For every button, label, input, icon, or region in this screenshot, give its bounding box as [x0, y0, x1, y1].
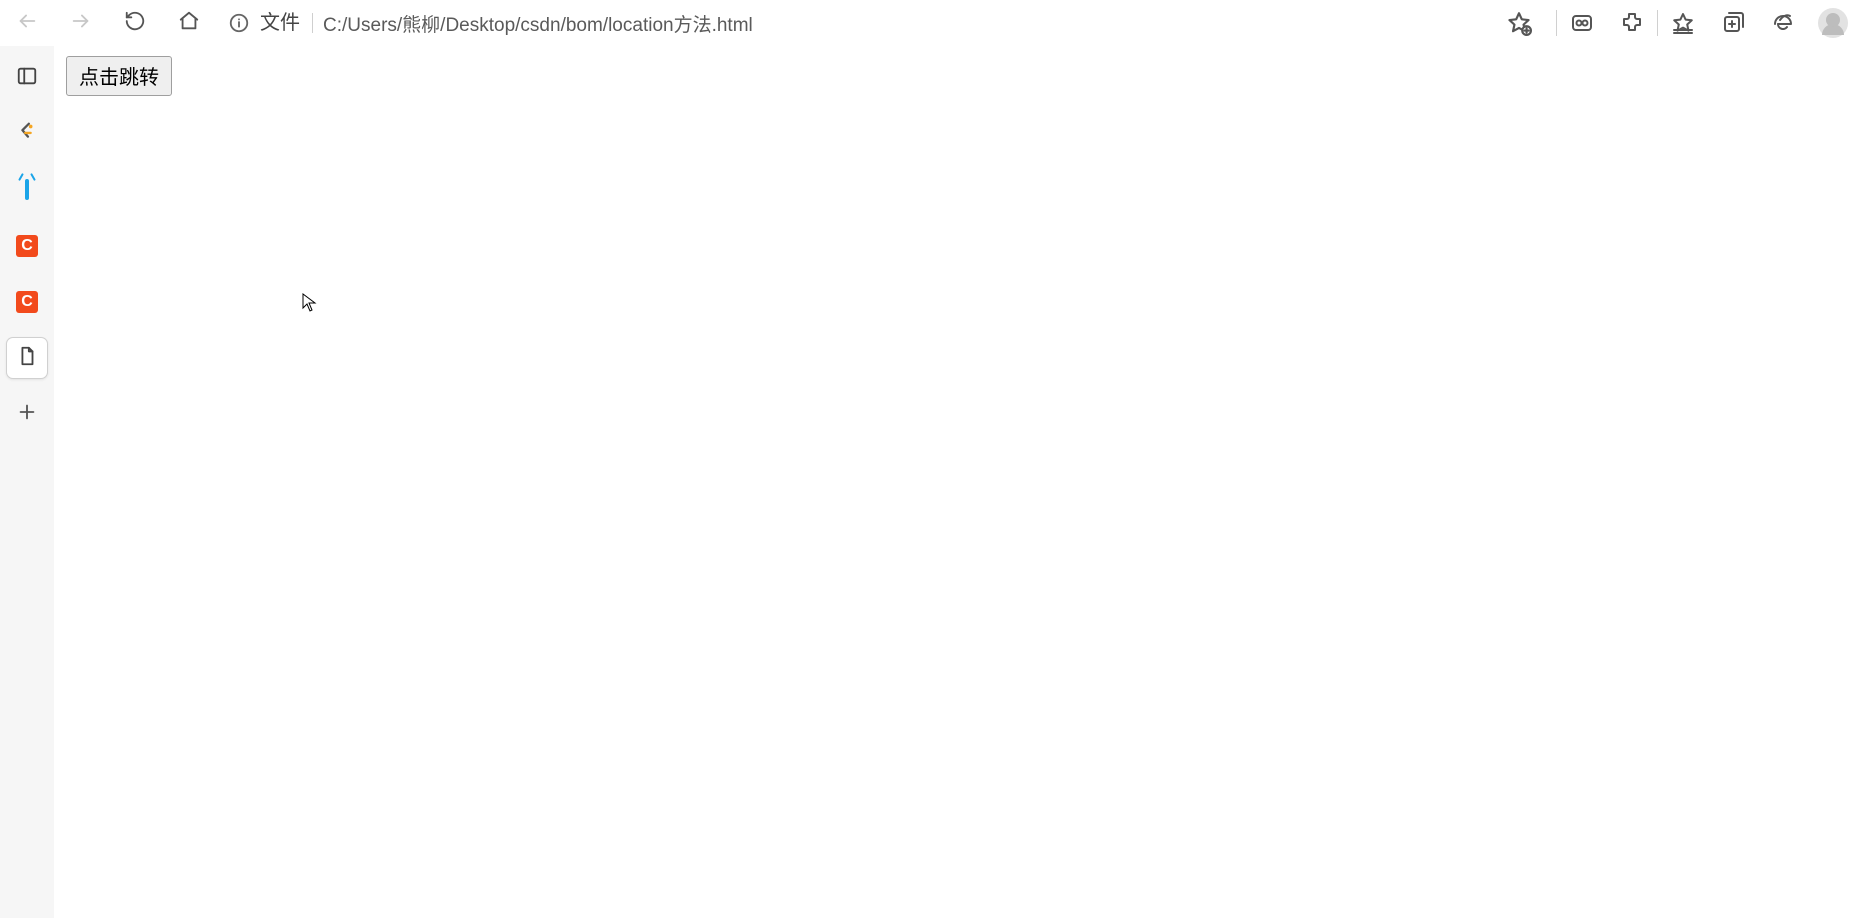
site-info-icon[interactable] — [228, 12, 250, 34]
home-icon — [178, 10, 200, 37]
refresh-button[interactable] — [108, 0, 162, 46]
sidebar-tab-current-document[interactable] — [7, 338, 47, 378]
reader-icon[interactable] — [1557, 0, 1607, 46]
arrow-left-icon — [16, 10, 38, 37]
page-content-area: 点击跳转 — [54, 46, 1858, 918]
back-button[interactable] — [0, 0, 54, 46]
home-button[interactable] — [162, 0, 216, 46]
forward-button[interactable] — [54, 0, 108, 46]
extensions-icon[interactable] — [1607, 0, 1657, 46]
document-body: 点击跳转 — [54, 46, 1858, 106]
sidebar-tab-csdn-1[interactable]: C — [7, 226, 47, 266]
address-type: 文件 — [260, 13, 313, 33]
plus-icon — [16, 401, 38, 428]
sidebar-tab-bilibili[interactable] — [7, 170, 47, 210]
address-bar-wrap: 文件 C:/Users/熊柳/Desktop/csdn/bom/location… — [216, 0, 1556, 46]
sidebar-panel-toggle[interactable] — [7, 58, 47, 98]
arrow-right-icon — [70, 10, 92, 37]
refresh-icon — [124, 10, 146, 37]
leetcode-icon — [16, 121, 38, 148]
document-icon — [16, 345, 38, 372]
vertical-tabs-sidebar: C C — [0, 46, 55, 918]
star-add-icon[interactable] — [1506, 10, 1532, 36]
toolbar-actions — [1556, 0, 1858, 46]
address-url: C:/Users/熊柳/Desktop/csdn/bom/location方法.… — [323, 10, 753, 37]
csdn-icon: C — [16, 235, 38, 257]
bilibili-icon — [25, 181, 29, 199]
collections-icon[interactable] — [1708, 0, 1758, 46]
address-bar[interactable]: 文件 C:/Users/熊柳/Desktop/csdn/bom/location… — [216, 5, 1548, 41]
browser-toolbar: 文件 C:/Users/熊柳/Desktop/csdn/bom/location… — [0, 0, 1858, 47]
sidebar-tab-csdn-2[interactable]: C — [7, 282, 47, 322]
favorites-icon[interactable] — [1658, 0, 1708, 46]
sidebar-tab-leetcode[interactable] — [7, 114, 47, 154]
new-tab-button[interactable] — [7, 394, 47, 434]
csdn-icon: C — [16, 291, 38, 313]
ie-mode-icon[interactable] — [1758, 0, 1808, 46]
jump-button[interactable]: 点击跳转 — [66, 56, 172, 96]
profile-avatar[interactable] — [1818, 8, 1848, 38]
panel-icon — [16, 65, 38, 92]
